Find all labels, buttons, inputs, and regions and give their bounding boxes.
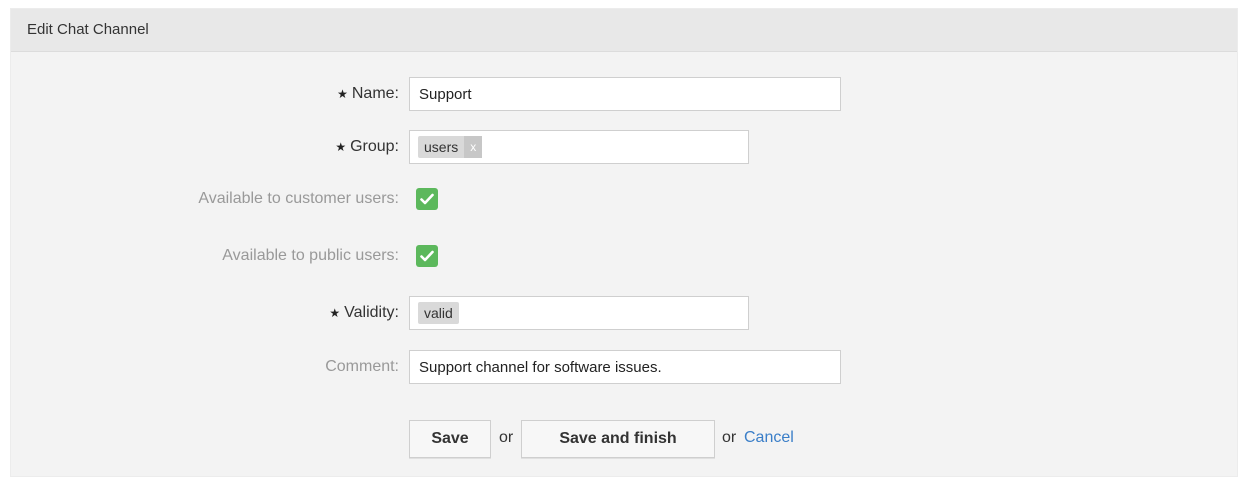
validity-select[interactable]: valid	[409, 296, 749, 330]
customer-users-label: Available to customer users:	[198, 190, 399, 207]
name-label-text: Name:	[351, 85, 399, 102]
public-users-label: Available to public users:	[222, 247, 399, 264]
group-tag-label: users	[424, 139, 459, 155]
name-input[interactable]: Support	[409, 77, 841, 111]
group-select[interactable]: users x	[409, 130, 749, 164]
or-text: or	[722, 429, 737, 446]
name-row: ★ Name: Support	[11, 76, 1237, 112]
form-actions: Save or Save and finish or Cancel	[11, 420, 1237, 458]
comment-input[interactable]: Support channel for software issues.	[409, 350, 841, 384]
name-input-value: Support	[419, 85, 472, 103]
checkmark-icon	[420, 250, 434, 262]
save-button[interactable]: Save	[409, 420, 491, 458]
comment-label: Comment:	[325, 358, 399, 375]
required-star-icon: ★	[335, 140, 347, 154]
comment-input-value: Support channel for software issues.	[419, 358, 662, 376]
panel-title: Edit Chat Channel	[27, 21, 149, 38]
group-label-text: Group:	[350, 138, 399, 155]
required-star-icon: ★	[337, 87, 348, 101]
remove-tag-icon[interactable]: x	[464, 136, 483, 158]
name-label: ★ Name:	[337, 85, 399, 103]
or-text: or	[499, 429, 514, 446]
validity-row: ★ Validity: valid	[11, 295, 1237, 331]
public-users-checkbox[interactable]	[416, 245, 438, 267]
edit-chat-channel-panel: Edit Chat Channel ★ Name: Support ★ Group:…	[10, 8, 1238, 477]
checkmark-icon	[420, 193, 434, 205]
validity-selected-value: valid	[418, 302, 459, 324]
panel-header: Edit Chat Channel	[11, 9, 1237, 52]
comment-row: Comment: Support channel for software is…	[11, 349, 1237, 385]
group-row: ★ Group: users x	[11, 129, 1237, 165]
group-tag-users: users x	[418, 136, 483, 158]
save-and-finish-button[interactable]: Save and finish	[521, 420, 715, 458]
customer-users-row: Available to customer users:	[11, 181, 1237, 217]
cancel-link[interactable]: Cancel	[744, 429, 794, 447]
validity-label-text: Validity:	[344, 304, 399, 321]
validity-label: ★ Validity:	[329, 304, 399, 322]
public-users-row: Available to public users:	[11, 238, 1237, 274]
group-label: ★ Group:	[335, 138, 399, 156]
customer-users-checkbox[interactable]	[416, 188, 438, 210]
required-star-icon: ★	[329, 306, 341, 320]
